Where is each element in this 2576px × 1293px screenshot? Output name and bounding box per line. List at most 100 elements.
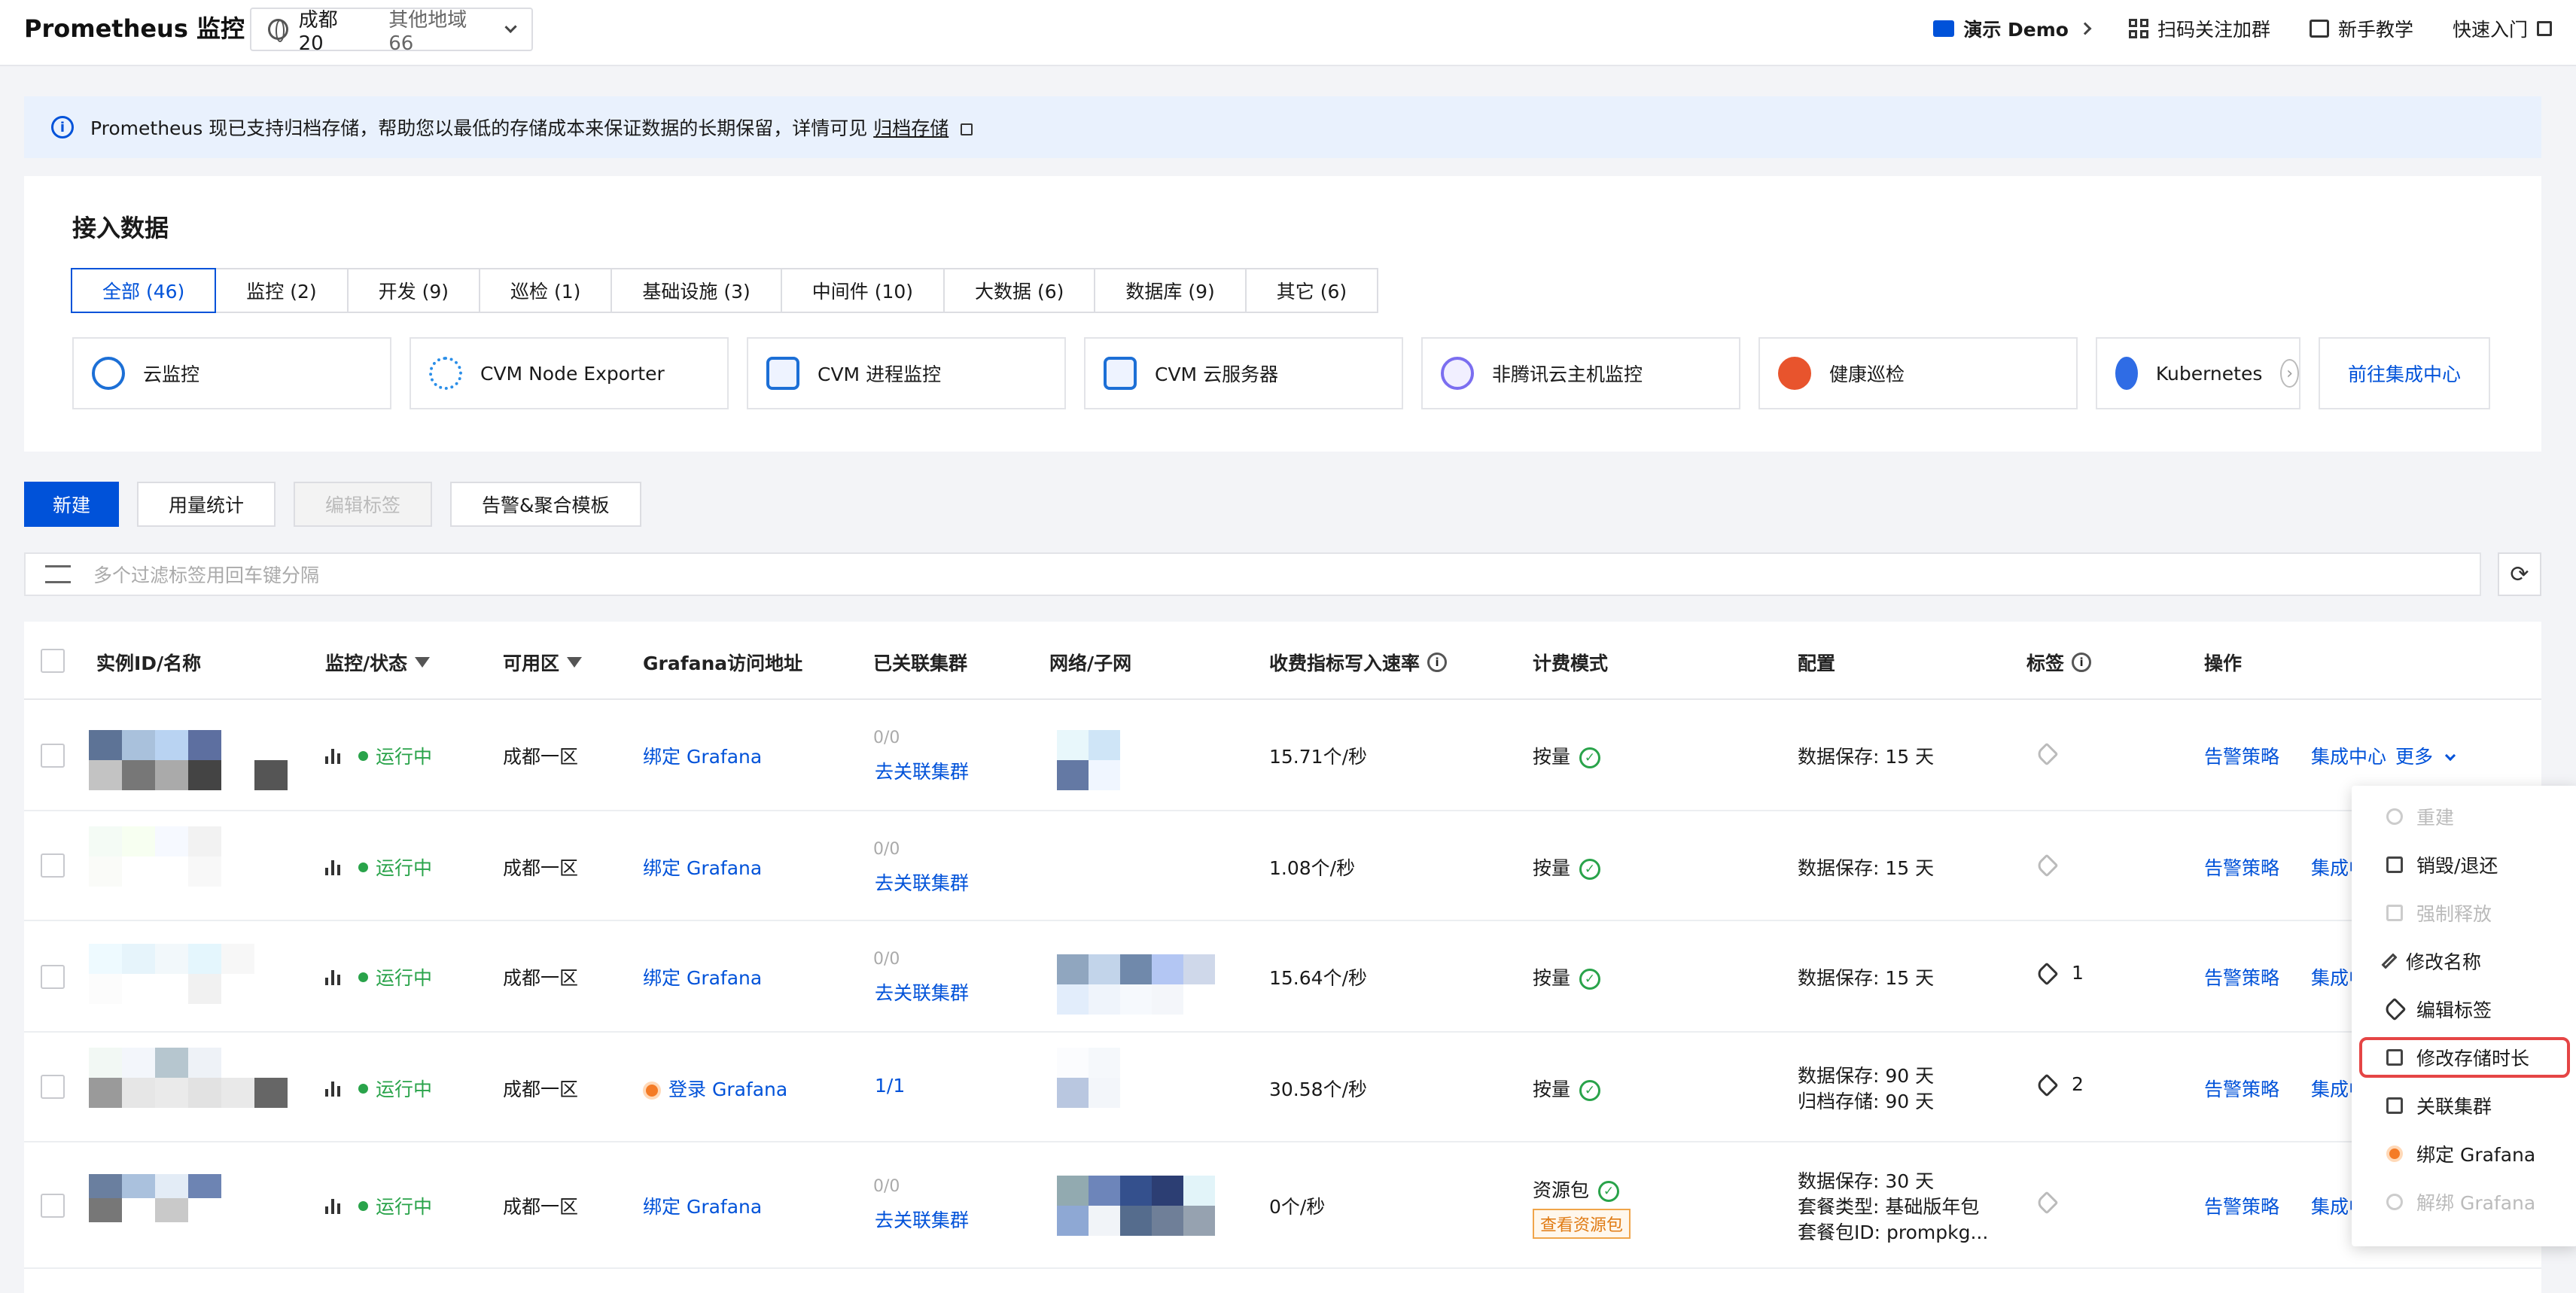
alert-policy-link[interactable]: 告警策略 xyxy=(2204,1192,2279,1219)
status-running[interactable]: 运行中 xyxy=(325,853,432,881)
row-checkbox[interactable] xyxy=(41,965,65,989)
tag-icon xyxy=(2383,997,2407,1021)
link-cluster-link[interactable]: 去关联集群 xyxy=(875,757,969,784)
bind-grafana-link[interactable]: 绑定 Grafana xyxy=(643,963,762,990)
alert-policy-link[interactable]: 告警策略 xyxy=(2204,963,2279,990)
menu-unbind-grafana[interactable]: 解绑 Grafana xyxy=(2352,1182,2576,1222)
monitor-bars-icon[interactable] xyxy=(325,859,340,875)
integration-center-link[interactable]: 集成中心 xyxy=(2311,742,2386,769)
integration-card[interactable]: CVM 云服务器 xyxy=(1084,337,1403,409)
table-row: 运行中 成都一区 绑定 Grafana 0/0 去关联集群 15.64个/秒 按… xyxy=(24,921,2541,1033)
tag-cell[interactable] xyxy=(2035,1191,2059,1215)
tag-icon[interactable] xyxy=(2035,1191,2059,1215)
row-checkbox[interactable] xyxy=(41,1075,65,1099)
tag-icon[interactable] xyxy=(2035,1073,2059,1097)
tag-icon[interactable] xyxy=(2035,742,2059,766)
menu-destroy[interactable]: 销毁/退还 xyxy=(2352,844,2576,885)
bind-grafana-link[interactable]: 绑定 Grafana xyxy=(643,853,762,881)
tab-monitor[interactable]: 监控 (2) xyxy=(215,268,349,313)
row-checkbox[interactable] xyxy=(41,853,65,878)
integration-card[interactable]: 非腾讯云主机监控 xyxy=(1421,337,1740,409)
status-running[interactable]: 运行中 xyxy=(325,742,432,769)
status-running[interactable]: 运行中 xyxy=(325,963,432,990)
bind-grafana-link[interactable]: 绑定 Grafana xyxy=(643,1192,762,1219)
tag-icon[interactable] xyxy=(2035,962,2059,986)
menu-rebuild[interactable]: 重建 xyxy=(2352,796,2576,837)
monitor-bars-icon[interactable] xyxy=(325,1080,340,1097)
search-input[interactable]: 多个过滤标签用回车键分隔 xyxy=(24,552,2481,596)
row-checkbox[interactable] xyxy=(41,744,65,768)
node-exporter-icon xyxy=(429,357,462,390)
tab-middleware[interactable]: 中间件 (10) xyxy=(780,268,945,313)
alert-template-button[interactable]: 告警&聚合模板 xyxy=(450,482,641,527)
menu-bind-grafana[interactable]: 绑定 Grafana xyxy=(2352,1133,2576,1174)
more-menu-link[interactable]: 更多 xyxy=(2395,742,2456,769)
status-running[interactable]: 运行中 xyxy=(325,1192,432,1219)
tab-infra[interactable]: 基础设施 (3) xyxy=(611,268,782,313)
archive-storage-link[interactable]: 归档存储 xyxy=(873,117,948,139)
link-cluster-link[interactable]: 去关联集群 xyxy=(875,869,969,896)
tab-inspection[interactable]: 巡检 (1) xyxy=(479,268,613,313)
cluster-count-link[interactable]: 1/1 xyxy=(875,1075,905,1097)
row-checkbox[interactable] xyxy=(41,1194,65,1218)
bind-grafana-link[interactable]: 绑定 Grafana xyxy=(643,742,762,769)
menu-force-release[interactable]: 强制释放 xyxy=(2352,893,2576,933)
rate-cell: 30.58个/秒 xyxy=(1269,1079,1367,1100)
filter-icon[interactable] xyxy=(567,657,583,668)
tag-icon[interactable] xyxy=(2035,853,2059,878)
config-cell: 归档存储: 90 天 xyxy=(1798,1091,1935,1112)
usage-button[interactable]: 用量统计 xyxy=(137,482,276,527)
integration-card[interactable]: 健康巡检 xyxy=(1758,337,2078,409)
info-icon[interactable]: i xyxy=(2072,653,2092,672)
qr-group-link[interactable]: 扫码关注加群 xyxy=(2128,15,2270,42)
integration-card[interactable]: CVM 进程监控 xyxy=(747,337,1066,409)
menu-edit-tags[interactable]: 编辑标签 xyxy=(2352,989,2576,1030)
scroll-right-icon[interactable]: › xyxy=(2280,359,2299,388)
col-status[interactable]: 监控/状态 xyxy=(325,649,431,676)
tab-bigdata[interactable]: 大数据 (6) xyxy=(943,268,1096,313)
tag-cell[interactable]: 1 xyxy=(2035,962,2084,986)
integration-card[interactable]: Kubernetes › xyxy=(2096,337,2300,409)
link-cluster-link[interactable]: 去关联集群 xyxy=(875,978,969,1005)
link-cluster-link[interactable]: 去关联集群 xyxy=(875,1206,969,1233)
goto-integration-center[interactable]: 前往集成中心 xyxy=(2319,337,2490,409)
tab-all[interactable]: 全部 (46) xyxy=(71,268,217,313)
tag-cell[interactable]: 2 xyxy=(2035,1073,2084,1097)
login-grafana-link[interactable]: 登录 Grafana xyxy=(643,1075,787,1102)
refresh-button[interactable]: ⟳ xyxy=(2498,552,2541,596)
integration-card[interactable]: 云监控 xyxy=(72,337,391,409)
filter-icon[interactable] xyxy=(415,657,431,668)
tab-database[interactable]: 数据库 (9) xyxy=(1094,268,1247,313)
tab-other[interactable]: 其它 (6) xyxy=(1244,268,1379,313)
status-running[interactable]: 运行中 xyxy=(325,1075,432,1102)
monitor-bars-icon[interactable] xyxy=(325,969,340,985)
tutorial-link[interactable]: 新手教学 xyxy=(2309,15,2413,42)
network-blurred xyxy=(1057,1048,1152,1108)
select-all-checkbox[interactable] xyxy=(41,649,65,673)
alert-policy-link[interactable]: 告警策略 xyxy=(2204,1075,2279,1102)
col-zone[interactable]: 可用区 xyxy=(503,649,583,676)
kubernetes-icon xyxy=(2115,357,2138,390)
config-cell: 数据保存: 15 天 xyxy=(1798,746,1935,768)
tag-cell[interactable] xyxy=(2035,742,2059,766)
info-icon: i xyxy=(51,116,74,138)
integration-card[interactable]: CVM Node Exporter xyxy=(410,337,729,409)
region-selector[interactable]: 成都 20 其他地域 66 xyxy=(250,8,533,55)
monitor-bars-icon[interactable] xyxy=(325,1197,340,1214)
quickstart-link[interactable]: 快速入门 xyxy=(2453,15,2552,42)
menu-link-cluster[interactable]: 关联集群 xyxy=(2352,1085,2576,1126)
menu-rename[interactable]: 修改名称 xyxy=(2352,941,2576,981)
view-package-badge[interactable]: 查看资源包 xyxy=(1533,1203,1631,1239)
alert-policy-link[interactable]: 告警策略 xyxy=(2204,742,2279,769)
demo-link[interactable]: 演示 Demo xyxy=(1933,15,2092,42)
edit-tags-button[interactable]: 编辑标签 xyxy=(294,482,433,527)
new-button[interactable]: 新建 xyxy=(24,482,120,527)
alert-policy-link[interactable]: 告警策略 xyxy=(2204,853,2279,881)
monitor-bars-icon[interactable] xyxy=(325,747,340,764)
instance-table: 实例ID/名称 监控/状态 可用区 Grafana访问地址 已关联集群 网络/子… xyxy=(24,622,2541,1293)
info-icon[interactable]: i xyxy=(1427,653,1448,672)
menu-modify-storage-duration[interactable]: 修改存储时长 xyxy=(2359,1037,2570,1078)
table-header: 实例ID/名称 监控/状态 可用区 Grafana访问地址 已关联集群 网络/子… xyxy=(24,622,2541,700)
tab-dev[interactable]: 开发 (9) xyxy=(346,268,481,313)
tag-cell[interactable] xyxy=(2035,853,2059,878)
